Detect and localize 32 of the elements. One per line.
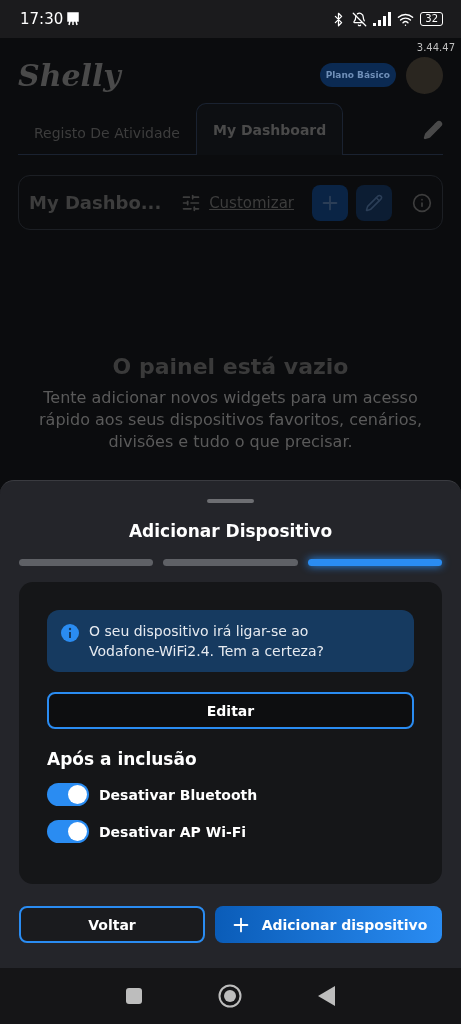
sheet-title: Adicionar Dispositivo: [128, 521, 333, 541]
app-logo: Shelly: [18, 57, 121, 93]
info-message: O seu dispositivo irá ligar-se ao Vodafone-WiFi2.4. Tem a certeza?: [89, 622, 325, 661]
notification-icon: [66, 12, 81, 26]
sliders-icon: [181, 192, 202, 213]
back-button[interactable]: Voltar: [19, 906, 205, 943]
add-widget-button[interactable]: [312, 184, 348, 221]
recent-apps-icon[interactable]: [126, 988, 142, 1004]
avatar-photo-placeholder[interactable]: [406, 56, 443, 94]
status-time: 17:30: [20, 10, 64, 28]
app-version: 3.44.47: [416, 42, 455, 53]
pencil-icon: [365, 193, 383, 212]
info-icon[interactable]: [412, 192, 432, 213]
section-title: Após a inclusão: [47, 749, 198, 769]
battery-level: 32: [420, 12, 443, 26]
edit-button[interactable]: Editar: [47, 692, 414, 729]
muted-bell-icon: [352, 11, 368, 27]
toggle-switch[interactable]: [47, 783, 89, 806]
signal-icon: [373, 12, 392, 26]
toggle-label: Desativar Bluetooth: [99, 786, 258, 803]
back-icon[interactable]: [318, 986, 335, 1006]
drag-handle[interactable]: [207, 499, 254, 503]
edit-tabs-button[interactable]: [423, 120, 443, 140]
plan-badge: Plano Básico: [319, 63, 396, 87]
pencil-icon: [423, 120, 443, 140]
toggle-label: Desativar AP Wi-Fi: [99, 823, 247, 840]
toggle-switch[interactable]: [47, 820, 89, 843]
edit-dashboard-button[interactable]: [356, 184, 392, 221]
empty-state-description: Tente adicionar novos widgets para um acesso rápido aos seus dispositivos favoritos, cenários, divisões e tudo o que precisar.: [38, 387, 423, 453]
info-icon: [61, 624, 79, 642]
add-device-button[interactable]: Adicionar dispositivo: [215, 906, 442, 943]
home-icon[interactable]: [218, 984, 242, 1008]
